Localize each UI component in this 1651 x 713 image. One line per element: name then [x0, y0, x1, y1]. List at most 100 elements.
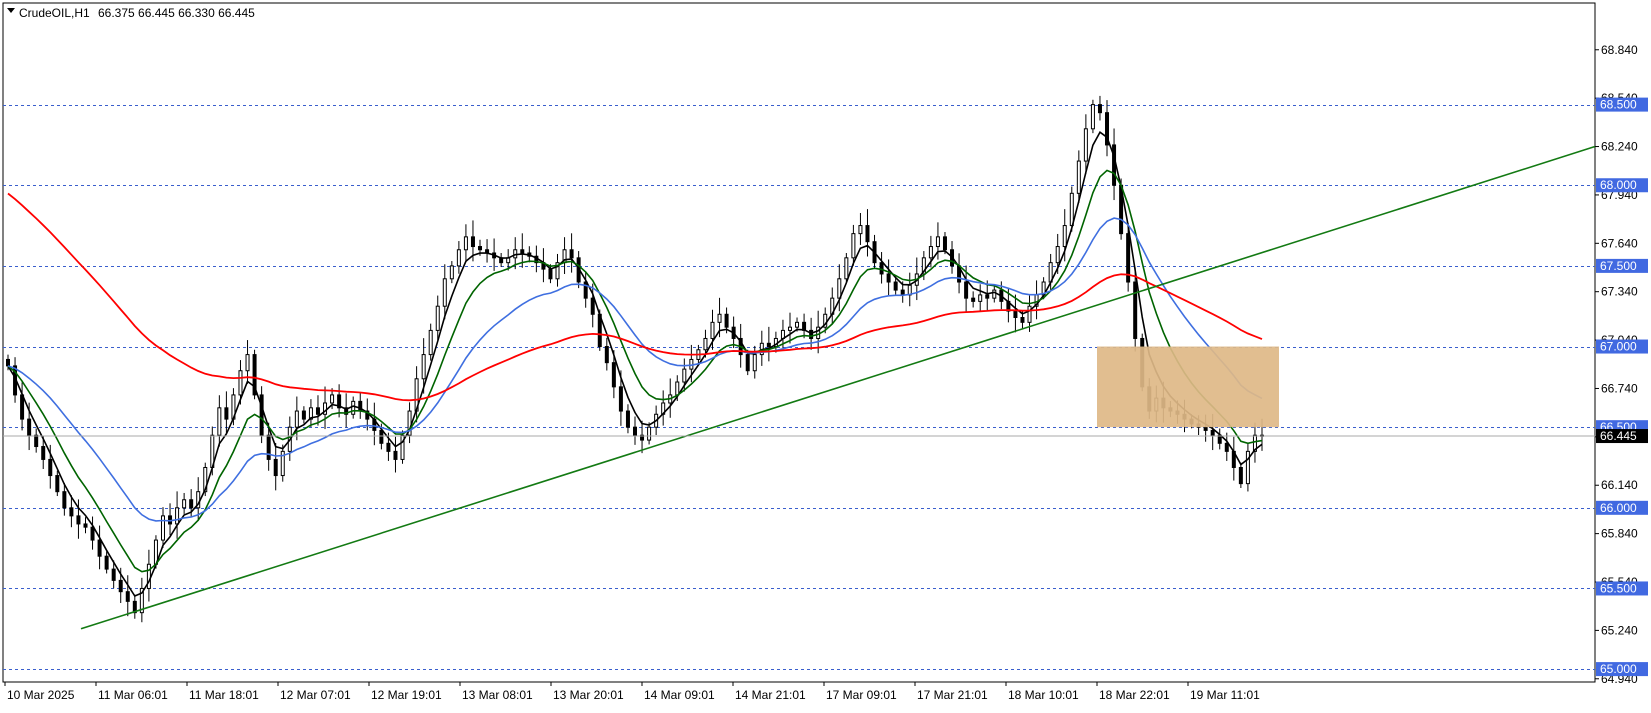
candle	[485, 239, 490, 263]
candle	[273, 442, 278, 491]
axes: 10 Mar 2025 11 Mar 06:01 11 Mar 18:01 12 Ma…	[4, 43, 1648, 702]
bear-candle-body	[1133, 281, 1138, 339]
candle	[858, 212, 863, 245]
bull-candle-body	[182, 499, 187, 509]
price-chart[interactable]: 10 Mar 2025 11 Mar 06:01 11 Mar 18:01 12 Ma…	[0, 0, 1651, 708]
candle	[1034, 280, 1039, 320]
candle	[259, 386, 264, 444]
candle	[308, 399, 313, 427]
candle	[182, 492, 187, 514]
bull-candle-body	[1062, 225, 1067, 248]
bear-candle-body	[1224, 442, 1229, 452]
symbol-label: CrudeOIL,H1	[19, 6, 90, 20]
candle	[971, 291, 976, 308]
chart-root[interactable]: 10 Mar 2025 11 Mar 06:01 11 Mar 18:01 12 Ma…	[0, 0, 1651, 708]
bull-candle-body	[682, 368, 687, 383]
candle	[562, 237, 567, 274]
candle	[1217, 428, 1222, 450]
x-tick-label: 18 Mar 10:01	[1008, 688, 1079, 702]
bull-candle-body	[752, 354, 757, 372]
candle	[1238, 462, 1243, 488]
candle	[499, 252, 504, 268]
bear-candle-body	[27, 418, 32, 436]
bull-candle-body	[710, 321, 715, 339]
candle	[830, 287, 835, 324]
bear-candle-body	[879, 262, 884, 275]
y-tick-label: 68.240	[1601, 140, 1638, 154]
price-level-badge-text: 68.000	[1600, 178, 1637, 192]
y-tick-label: 66.140	[1601, 478, 1638, 492]
bull-candle-body	[449, 265, 454, 280]
price-level-badge-text: 65.500	[1600, 581, 1637, 595]
bear-candle-body	[971, 297, 976, 302]
bear-candle-body	[315, 407, 320, 415]
bear-candle-body	[118, 579, 123, 593]
bull-candle-body	[428, 329, 433, 356]
candle	[372, 402, 377, 446]
bear-candle-body	[766, 342, 771, 348]
candle	[146, 549, 151, 602]
bear-candle-body	[125, 591, 130, 602]
bull-candle-body	[795, 321, 800, 328]
price-zone-rect[interactable]	[1097, 346, 1279, 428]
bull-candle-body	[294, 410, 299, 428]
moving-averages	[7, 131, 1263, 598]
plot-frame	[2, 2, 1596, 683]
y-tick-label: 65.240	[1601, 623, 1638, 637]
bear-candle-body	[724, 313, 729, 328]
ma-medium-line	[7, 169, 1263, 573]
candle	[90, 516, 95, 550]
y-tick-label: 66.740	[1601, 381, 1638, 395]
candle	[428, 323, 433, 361]
bear-candle-body	[1210, 429, 1215, 436]
candle	[160, 507, 165, 548]
candle	[604, 337, 609, 371]
bear-candle-body	[520, 249, 525, 254]
candle	[435, 295, 440, 340]
candle	[1090, 99, 1095, 134]
bear-candle-body	[611, 362, 616, 388]
candle	[978, 284, 983, 311]
bear-candle-body	[1203, 426, 1208, 431]
price-level-badge-text: 67.500	[1600, 259, 1637, 273]
ma-fast-line	[7, 131, 1263, 598]
x-tick-label: 13 Mar 08:01	[462, 688, 533, 702]
bear-candle-body	[62, 491, 67, 509]
triangle-down-icon[interactable]	[7, 8, 15, 13]
bear-candle-body	[900, 289, 905, 296]
bull-candle-body	[160, 515, 165, 541]
bull-candle-body	[787, 326, 792, 331]
bear-candle-body	[964, 281, 969, 299]
bear-candle-body	[393, 450, 398, 460]
bull-candle-body	[1076, 160, 1081, 194]
bull-candle-body	[1069, 192, 1074, 227]
candle	[351, 396, 356, 419]
trendline[interactable]	[80, 145, 1596, 630]
bear-candle-body	[893, 281, 898, 291]
bull-candle-body	[1090, 104, 1095, 130]
chart-header: CrudeOIL,H1 66.375 66.445 66.330 66.445	[7, 6, 255, 20]
candle	[393, 436, 398, 473]
bear-candle-body	[590, 297, 595, 315]
candle	[886, 259, 891, 296]
candle	[358, 392, 363, 419]
bear-candle-body	[1013, 310, 1018, 319]
candle	[640, 420, 645, 454]
bear-candle-body	[224, 407, 229, 420]
bull-candle-body	[238, 370, 243, 396]
candle	[1224, 432, 1229, 461]
price-level-badge-text: 67.000	[1600, 340, 1637, 354]
candle	[456, 241, 461, 274]
bear-candle-body	[90, 526, 95, 541]
bull-candle-body	[351, 400, 356, 415]
candle	[541, 248, 546, 283]
candle	[865, 209, 870, 257]
bear-candle-body	[76, 515, 81, 525]
bull-candle-body	[717, 313, 722, 323]
candle	[1105, 100, 1110, 157]
candles	[6, 95, 1264, 623]
candle	[907, 272, 912, 307]
candle	[879, 252, 884, 284]
bear-candle-body	[865, 225, 870, 243]
bull-candle-body	[330, 394, 335, 404]
